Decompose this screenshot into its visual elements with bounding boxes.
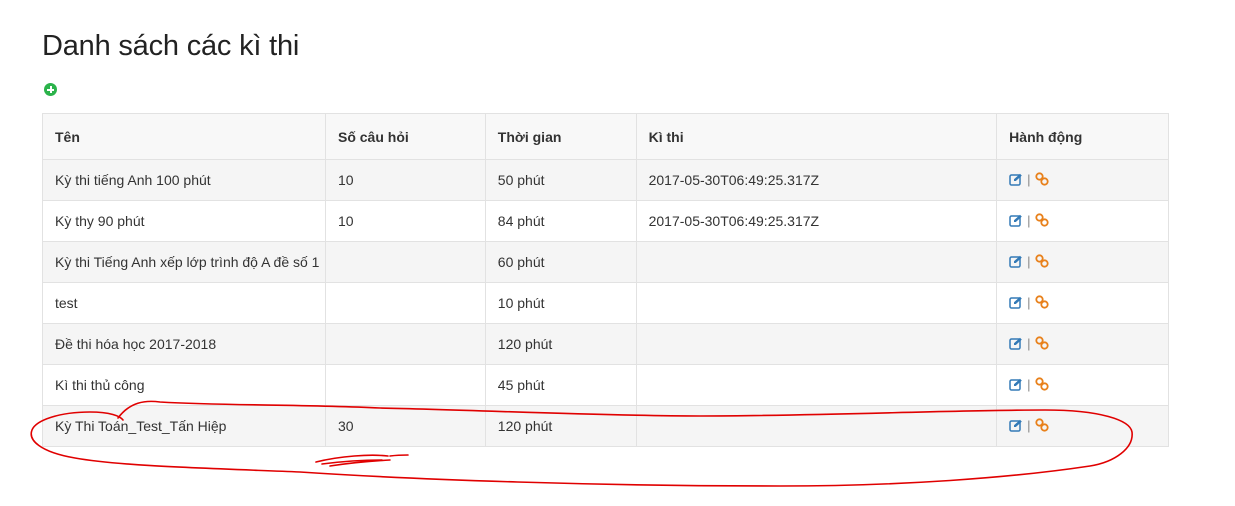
link-icon[interactable] — [1034, 418, 1049, 432]
cell-actions: | — [996, 282, 1169, 324]
edit-icon[interactable] — [1009, 296, 1023, 309]
cell-exam: 2017-05-30T06:49:25.317Z — [635, 200, 998, 242]
header-questions: Số câu hỏi — [324, 113, 486, 160]
row-actions: | — [1009, 171, 1049, 187]
edit-icon[interactable] — [1009, 419, 1023, 432]
row-actions: | — [1009, 417, 1049, 433]
link-icon[interactable] — [1034, 172, 1049, 186]
cell-questions — [324, 323, 486, 365]
edit-icon[interactable] — [1009, 214, 1023, 227]
exam-table: Tên Số câu hỏi Thời gian Kì thi Hành độn… — [42, 113, 1169, 447]
cell-exam — [635, 364, 998, 406]
row-actions: | — [1009, 376, 1049, 392]
link-icon[interactable] — [1034, 254, 1049, 268]
cell-questions: 10 — [324, 200, 486, 242]
cell-time: 45 phút — [484, 364, 637, 406]
table-row: Kỳ thy 90 phút 10 84 phút 2017-05-30T06:49:… — [42, 200, 1169, 242]
action-separator: | — [1027, 417, 1031, 433]
action-separator: | — [1027, 253, 1031, 269]
cell-name: Kỳ thi Tiếng Anh xếp lớp trình độ A đề s… — [42, 241, 326, 283]
cell-exam — [635, 405, 998, 447]
cell-time: 120 phút — [484, 323, 637, 365]
cell-exam — [635, 323, 998, 365]
cell-actions: | — [996, 323, 1169, 365]
action-separator: | — [1027, 294, 1031, 310]
cell-name: Kì thi thủ công — [42, 364, 326, 406]
cell-questions: 10 — [324, 159, 486, 201]
cell-time: 120 phút — [484, 405, 637, 447]
cell-actions: | — [996, 241, 1169, 283]
header-actions: Hành động — [996, 113, 1169, 160]
cell-name: test — [42, 282, 326, 324]
cell-questions — [324, 241, 486, 283]
header-exam: Kì thi — [635, 113, 998, 160]
cell-name: Kỳ thy 90 phút — [42, 200, 326, 242]
table-header-row: Tên Số câu hỏi Thời gian Kì thi Hành độn… — [42, 113, 1169, 160]
cell-name: Kỳ thi tiếng Anh 100 phút — [42, 159, 326, 201]
action-separator: | — [1027, 212, 1031, 228]
action-separator: | — [1027, 335, 1031, 351]
cell-name: Đề thi hóa học 2017-2018 — [42, 323, 326, 365]
edit-icon[interactable] — [1009, 173, 1023, 186]
cell-time: 84 phút — [484, 200, 637, 242]
header-name: Tên — [42, 113, 326, 160]
cell-exam — [635, 282, 998, 324]
cell-questions — [324, 282, 486, 324]
cell-actions: | — [996, 200, 1169, 242]
add-exam-button[interactable] — [44, 83, 57, 96]
cell-name: Kỳ Thi Toán_Test_Tấn Hiệp — [42, 405, 326, 447]
cell-time: 50 phút — [484, 159, 637, 201]
link-icon[interactable] — [1034, 377, 1049, 391]
row-actions: | — [1009, 335, 1049, 351]
cell-questions — [324, 364, 486, 406]
table-row: Kì thi thủ công 45 phút | — [42, 364, 1169, 406]
table-row: Kỳ thi tiếng Anh 100 phút 10 50 phút 2017-0… — [42, 159, 1169, 201]
edit-icon[interactable] — [1009, 255, 1023, 268]
cell-actions: | — [996, 405, 1169, 447]
row-actions: | — [1009, 253, 1049, 269]
edit-icon[interactable] — [1009, 337, 1023, 350]
table-row: Kỳ thi Tiếng Anh xếp lớp trình độ A đề s… — [42, 241, 1169, 283]
table-row: Đề thi hóa học 2017-2018 120 phút | — [42, 323, 1169, 365]
page-title: Danh sách các kì thi — [42, 30, 300, 62]
cell-exam — [635, 241, 998, 283]
header-time: Thời gian — [484, 113, 637, 160]
link-icon[interactable] — [1034, 295, 1049, 309]
cell-time: 60 phút — [484, 241, 637, 283]
row-actions: | — [1009, 212, 1049, 228]
cell-actions: | — [996, 159, 1169, 201]
link-icon[interactable] — [1034, 336, 1049, 350]
table-row: test 10 phút | — [42, 282, 1169, 324]
cell-time: 10 phút — [484, 282, 637, 324]
action-separator: | — [1027, 171, 1031, 187]
link-icon[interactable] — [1034, 213, 1049, 227]
cell-exam: 2017-05-30T06:49:25.317Z — [635, 159, 998, 201]
table-row: Kỳ Thi Toán_Test_Tấn Hiệp 30 120 phút | — [42, 405, 1169, 447]
edit-icon[interactable] — [1009, 378, 1023, 391]
action-separator: | — [1027, 376, 1031, 392]
row-actions: | — [1009, 294, 1049, 310]
cell-actions: | — [996, 364, 1169, 406]
cell-questions: 30 — [324, 405, 486, 447]
page: Danh sách các kì thi Tên Số câu hỏi Thời… — [0, 0, 1235, 506]
